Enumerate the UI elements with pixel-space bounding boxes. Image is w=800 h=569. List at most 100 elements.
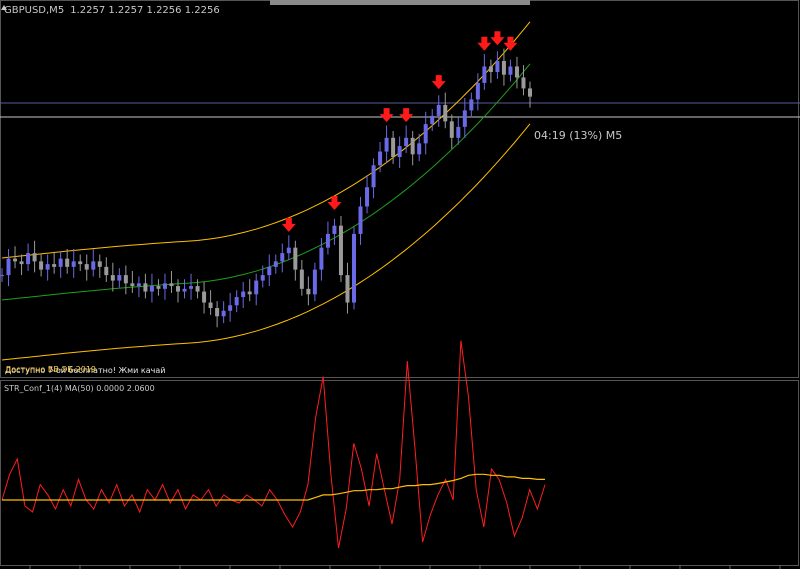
candle-body (436, 104, 441, 116)
candle-body (410, 137, 415, 155)
candle-body (104, 266, 109, 276)
candles-group (0, 48, 532, 328)
candle-body (299, 269, 304, 289)
scroll-handle[interactable] (270, 0, 530, 5)
symbol-label: GBPUSD,M5 (4, 5, 64, 16)
candle-body (352, 233, 356, 303)
candle-body (482, 66, 487, 83)
candle-body (338, 225, 343, 276)
countdown-label: 04:19 (13%) M5 (534, 129, 622, 142)
candle-body (501, 60, 506, 75)
chart-canvas[interactable]: GBPUSD,M5 1.2257 1.2257 1.2256 1.2256 04:… (0, 0, 800, 569)
candle-body (319, 247, 324, 270)
candle-body (91, 261, 96, 270)
candle-body (475, 82, 480, 100)
sell-signal-arrow-icon (379, 108, 394, 123)
candle-body (365, 187, 370, 207)
signal-arrows-group (281, 31, 518, 232)
candle-body (430, 115, 435, 125)
candle-body (6, 258, 11, 276)
candle-body (247, 291, 252, 295)
candle-body (110, 275, 115, 281)
candle-body (241, 291, 246, 298)
candle-body (39, 261, 44, 270)
candle-body (293, 247, 298, 270)
candle-body (462, 110, 467, 127)
candle-body (254, 280, 259, 295)
candle-body (182, 288, 187, 292)
sell-signal-arrow-icon (490, 31, 505, 46)
candle-body (221, 310, 226, 317)
sell-signal-arrow-icon (399, 108, 414, 123)
candle-body (13, 258, 18, 262)
candle-body (404, 137, 409, 147)
candle-body (136, 283, 141, 287)
sell-signal-arrow-icon (431, 75, 446, 90)
candle-body (208, 302, 213, 309)
candle-body (378, 151, 383, 166)
candle-body (45, 264, 50, 270)
candle-body (286, 247, 291, 254)
candle-body (130, 283, 135, 287)
candle-body (65, 258, 70, 267)
candle-body (78, 261, 83, 265)
candle-body (456, 126, 461, 138)
candle-body (449, 121, 454, 138)
candle-body (71, 261, 76, 267)
candle-body (495, 60, 500, 72)
main-window-frame (0, 0, 799, 378)
chart-symbol-header: GBPUSD,M5 1.2257 1.2257 1.2256 1.2256 (4, 5, 220, 16)
candle-body (345, 275, 350, 303)
candle-body (312, 269, 317, 295)
candle-body (58, 258, 63, 267)
candle-body (384, 137, 389, 152)
indicator-header: STR_Conf_1(4) MA(50) 0.0000 2.0600 (4, 384, 155, 393)
candle-body (469, 99, 474, 111)
lower-band-line (1, 123, 531, 361)
candle-body (84, 264, 89, 270)
candle-body (514, 66, 519, 78)
candle-body (202, 291, 207, 303)
candle-body (123, 275, 128, 284)
candle-body (397, 146, 402, 158)
candle-body (0, 275, 4, 277)
candle-body (26, 253, 31, 265)
candle-body (508, 66, 513, 75)
middle-band-line (1, 63, 531, 301)
candle-body (332, 225, 337, 234)
candle-body (195, 286, 200, 292)
candle-body (443, 104, 448, 122)
candle-body (325, 233, 330, 248)
candle-body (189, 286, 194, 289)
candle-body (358, 206, 363, 234)
candle-body (149, 286, 154, 292)
candle-body (417, 143, 422, 155)
candle-body (143, 283, 148, 292)
candle-body (488, 66, 493, 72)
oscillator-ma-line (2, 473, 545, 501)
candle-body (215, 308, 220, 317)
candle-body (280, 253, 285, 262)
candle-body (228, 305, 233, 311)
sell-signal-arrow-icon (477, 36, 492, 51)
candle-body (306, 288, 311, 295)
ohlc-values: 1.2257 1.2257 1.2256 1.2256 (70, 5, 220, 16)
candle-body (19, 261, 24, 265)
candle-body (176, 286, 180, 292)
candle-body (423, 124, 428, 144)
candle-body (273, 261, 278, 267)
candle-body (234, 297, 239, 306)
candle-body (260, 275, 265, 281)
candle-body (162, 283, 167, 289)
upper-band-line (1, 21, 531, 259)
candle-body (52, 264, 57, 267)
candle-body (521, 77, 526, 89)
candle-body (391, 137, 396, 158)
candle-body (267, 266, 272, 276)
candle-body (97, 261, 102, 267)
candle-body (156, 286, 161, 289)
overlap-text-2: Доступно БВ-ЭБ-2019 (5, 365, 96, 374)
candle-body (32, 253, 37, 262)
candle-body (117, 275, 122, 281)
candle-body (528, 88, 532, 97)
